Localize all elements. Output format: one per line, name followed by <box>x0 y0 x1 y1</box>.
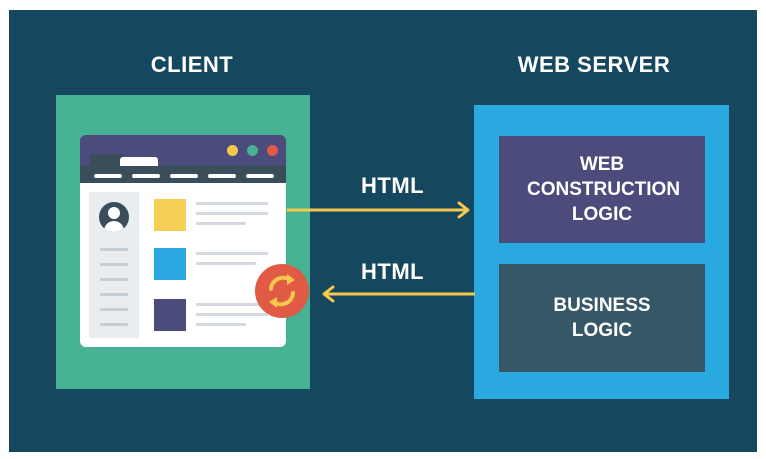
html-request-label: HTML <box>361 173 425 198</box>
arrows-layer <box>287 201 475 303</box>
arrow-client-to-server <box>287 201 470 219</box>
arrow-server-to-client <box>322 285 475 303</box>
html-response-label: HTML <box>361 259 425 284</box>
